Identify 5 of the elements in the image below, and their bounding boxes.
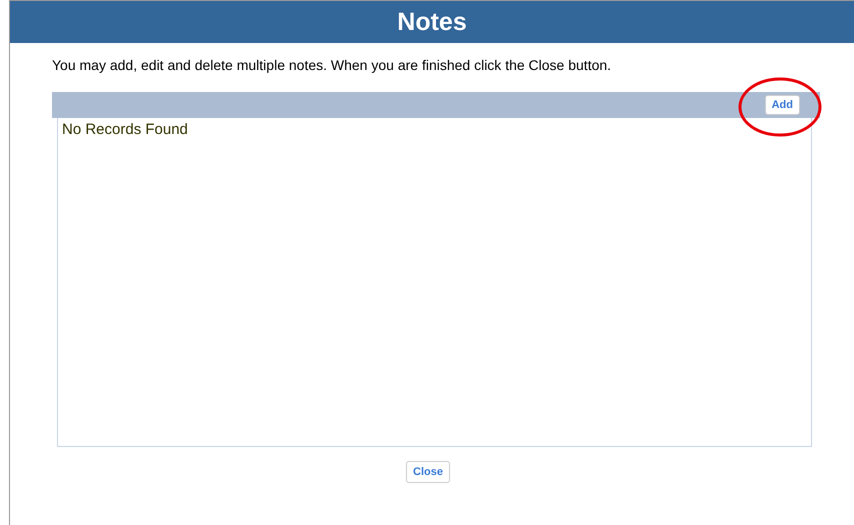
empty-message: No Records Found [61,120,189,140]
add-button[interactable]: Add [764,95,800,115]
instructions-text: You may add, edit and delete multiple notes. When you are finished click the Close button. [52,57,612,73]
window-title: Notes [10,1,854,43]
close-button[interactable]: Close [406,461,450,483]
